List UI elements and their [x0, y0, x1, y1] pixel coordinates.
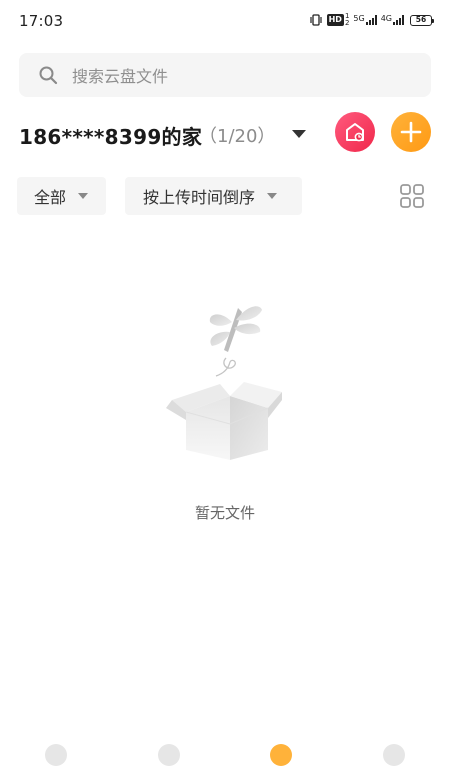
vibrate-icon [309, 14, 322, 26]
tab-dot[interactable] [383, 744, 405, 766]
tab-dot[interactable] [158, 744, 180, 766]
open-box-icon [166, 382, 282, 460]
tab-dot-active[interactable] [270, 744, 292, 766]
search-bar[interactable]: 搜索云盘文件 [19, 53, 431, 97]
type-filter-label: 全部 [34, 188, 67, 207]
home-button[interactable] [335, 112, 375, 152]
battery-level: 56 [415, 15, 427, 24]
tab-dot[interactable] [45, 744, 67, 766]
bottom-tab-bar [0, 738, 450, 766]
empty-box-illustration [166, 306, 282, 460]
home-count: （1/20） [199, 126, 276, 147]
status-icons: HD 1 2 5G 4G 56 [309, 13, 434, 27]
signal-bars-icon [393, 15, 404, 25]
triangle-down-icon[interactable] [291, 128, 307, 140]
signal-bars-icon [365, 15, 377, 25]
caret-down-icon [267, 193, 278, 199]
plus-icon [400, 121, 422, 143]
caret-down-icon [78, 193, 89, 199]
hd-sub-bottom: 2 [344, 19, 350, 27]
signal-4g-label: 4G [380, 14, 392, 23]
header: 186****8399的家 （1/20） [19, 112, 431, 154]
home-name[interactable]: 186****8399的家 [19, 121, 202, 150]
sort-label: 按上传时间倒序 [143, 188, 256, 207]
home-clock-icon [346, 123, 364, 142]
sort-dropdown[interactable]: 按上传时间倒序 [125, 177, 302, 215]
signal-5g-label: 5G [353, 14, 365, 23]
search-placeholder: 搜索云盘文件 [72, 67, 169, 86]
signal-5g: 5G [353, 14, 377, 25]
empty-message: 暂无文件 [194, 504, 255, 522]
type-filter-dropdown[interactable]: 全部 [17, 177, 106, 215]
hd-label: HD [326, 14, 344, 26]
hd-badge: HD 1 2 [326, 13, 350, 27]
search-icon [39, 66, 58, 85]
battery-icon: 56 [410, 14, 434, 26]
signal-4g: 4G [381, 15, 404, 25]
dragonfly-icon [209, 306, 262, 352]
status-bar: 17:03 HD 1 2 5G 4G 56 [0, 0, 450, 44]
filter-row: 全部 按上传时间倒序 [17, 177, 431, 215]
add-button[interactable] [391, 112, 431, 152]
status-time: 17:03 [19, 12, 64, 30]
grid-view-icon[interactable] [399, 183, 425, 209]
